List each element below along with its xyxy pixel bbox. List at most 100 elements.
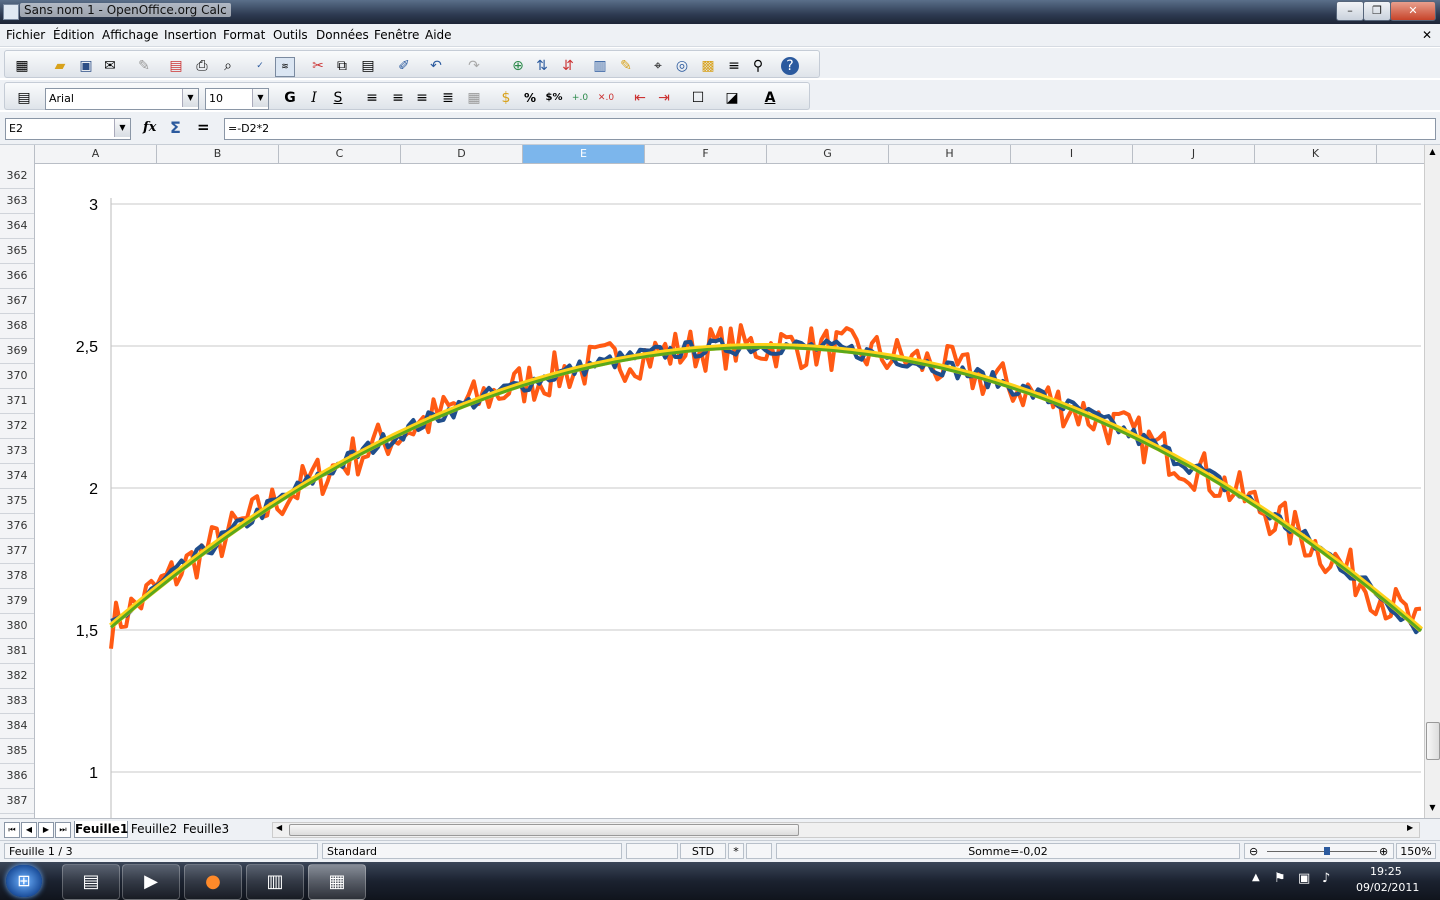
undo-icon[interactable]: ↶: [427, 57, 445, 75]
action-center-icon[interactable]: ⚑: [1274, 871, 1286, 886]
media-player-icon[interactable]: ▶: [122, 864, 180, 900]
calc-taskbar-icon[interactable]: ▦: [308, 864, 366, 900]
row-header-384[interactable]: 384: [0, 713, 34, 739]
bold-button[interactable]: G: [281, 89, 299, 107]
select-all-corner[interactable]: [0, 145, 35, 163]
sum-icon[interactable]: Σ: [170, 118, 181, 137]
column-header-j[interactable]: J: [1133, 145, 1255, 163]
zoom-out-icon[interactable]: ⊖: [1249, 844, 1258, 860]
help-icon[interactable]: ?: [781, 57, 799, 75]
standard-format-button[interactable]: $%: [545, 89, 563, 107]
clone-formatting-icon[interactable]: ✐: [395, 57, 413, 75]
vertical-scroll-thumb[interactable]: [1426, 722, 1440, 760]
row-header-371[interactable]: 371: [0, 388, 34, 414]
justify-icon[interactable]: ≣: [439, 89, 457, 107]
print-preview-icon[interactable]: ⌕: [219, 57, 237, 75]
copy-icon[interactable]: ⧉: [333, 57, 351, 75]
column-header-g[interactable]: G: [767, 145, 889, 163]
sheet-tab-feuille1[interactable]: Feuille1: [74, 821, 128, 838]
font-size-combo[interactable]: 10 ▼: [205, 88, 269, 110]
scroll-up-icon[interactable]: ▲: [1427, 147, 1438, 158]
menu-fichier[interactable]: Fichier: [6, 28, 45, 42]
email-icon[interactable]: ✉: [101, 57, 119, 75]
row-header-370[interactable]: 370: [0, 363, 34, 389]
scroll-right-icon[interactable]: ▶: [1407, 823, 1413, 832]
row-header-367[interactable]: 367: [0, 288, 34, 314]
scroll-down-icon[interactable]: ▼: [1427, 803, 1438, 814]
row-header-364[interactable]: 364: [0, 213, 34, 239]
navigator-icon[interactable]: ◎: [673, 57, 691, 75]
row-header-386[interactable]: 386: [0, 763, 34, 789]
row-header-362[interactable]: 362: [0, 163, 34, 189]
delete-decimal-icon[interactable]: ✕.0: [597, 89, 615, 107]
embedded-chart[interactable]: 1 1,5 2 2,5 3: [35, 163, 1424, 818]
menu-aide[interactable]: Aide: [425, 28, 452, 42]
clock-time[interactable]: 19:25: [1370, 865, 1402, 878]
menu-format[interactable]: Format: [223, 28, 265, 42]
menu-fenetre[interactable]: Fenêtre: [374, 28, 419, 42]
row-header-376[interactable]: 376: [0, 513, 34, 539]
sum-display[interactable]: Somme=-0,02: [776, 843, 1240, 859]
borders-icon[interactable]: ☐: [689, 89, 707, 107]
row-header-377[interactable]: 377: [0, 538, 34, 564]
vertical-scrollbar[interactable]: ▲ ▼: [1424, 145, 1440, 818]
menu-edition[interactable]: Édition: [53, 28, 95, 42]
row-header-372[interactable]: 372: [0, 413, 34, 439]
insert-chart-icon[interactable]: ▥: [591, 57, 609, 75]
find-replace-icon[interactable]: ⌖: [649, 57, 667, 75]
save-icon[interactable]: ▣: [77, 57, 95, 75]
zoom-thumb[interactable]: [1324, 847, 1330, 855]
show-hidden-icons[interactable]: ▲: [1252, 872, 1260, 883]
selection-mode[interactable]: STD: [680, 843, 726, 859]
prev-sheet-icon[interactable]: ◀: [21, 822, 37, 838]
merge-cells-icon[interactable]: ▦: [465, 89, 483, 107]
row-header-365[interactable]: 365: [0, 238, 34, 264]
chevron-down-icon[interactable]: ▼: [252, 89, 268, 107]
last-sheet-icon[interactable]: ⏭: [55, 822, 71, 838]
row-header-378[interactable]: 378: [0, 563, 34, 589]
zoom-level[interactable]: 150%: [1396, 843, 1436, 859]
font-name-combo[interactable]: Arial ▼: [45, 88, 199, 110]
explorer-icon[interactable]: ▤: [62, 864, 120, 900]
row-header-363[interactable]: 363: [0, 188, 34, 214]
firefox-icon[interactable]: ●: [184, 864, 242, 900]
sheet-tab-feuille2[interactable]: Feuille2: [129, 821, 179, 837]
edit-file-icon[interactable]: ✎: [135, 57, 153, 75]
column-header-k[interactable]: K: [1255, 145, 1377, 163]
percent-format-button[interactable]: %: [521, 89, 539, 107]
paste-icon[interactable]: ▤: [359, 57, 377, 75]
underline-button[interactable]: S: [329, 89, 347, 107]
horizontal-scroll-thumb[interactable]: [289, 824, 799, 836]
network-icon[interactable]: ▣: [1298, 871, 1310, 886]
column-header-b[interactable]: B: [157, 145, 279, 163]
column-header-c[interactable]: C: [279, 145, 401, 163]
row-header-379[interactable]: 379: [0, 588, 34, 614]
row-header-380[interactable]: 380: [0, 613, 34, 639]
currency-format-icon[interactable]: $: [497, 89, 515, 107]
add-decimal-icon[interactable]: +.0: [571, 89, 589, 107]
new-document-icon[interactable]: ▦: [13, 57, 31, 75]
sort-ascending-icon[interactable]: ⇅: [533, 57, 551, 75]
menu-outils[interactable]: Outils: [273, 28, 308, 42]
row-header-387[interactable]: 387: [0, 788, 34, 814]
next-sheet-icon[interactable]: ▶: [38, 822, 54, 838]
styles-icon[interactable]: ▤: [15, 89, 33, 107]
start-orb-icon[interactable]: ⊞: [6, 865, 42, 897]
maximize-button[interactable]: ❐: [1363, 1, 1391, 21]
function-equals-icon[interactable]: =: [197, 118, 210, 136]
zoom-icon[interactable]: ⚲: [749, 57, 767, 75]
column-header-a[interactable]: A: [35, 145, 157, 163]
minimize-button[interactable]: –: [1336, 1, 1364, 21]
font-color-icon[interactable]: A: [761, 89, 779, 107]
zoom-slider[interactable]: ⊖ ⊕: [1244, 843, 1394, 859]
column-header-i[interactable]: I: [1011, 145, 1133, 163]
column-header-h[interactable]: H: [889, 145, 1011, 163]
row-header-382[interactable]: 382: [0, 663, 34, 689]
gallery-icon[interactable]: ▩: [699, 57, 717, 75]
spellcheck-icon[interactable]: ✓: [251, 57, 269, 75]
italic-button[interactable]: I: [305, 89, 323, 107]
export-pdf-icon[interactable]: ▤: [167, 57, 185, 75]
row-header-375[interactable]: 375: [0, 488, 34, 514]
column-header-e[interactable]: E: [523, 145, 645, 163]
draw-functions-icon[interactable]: ✎: [617, 57, 635, 75]
